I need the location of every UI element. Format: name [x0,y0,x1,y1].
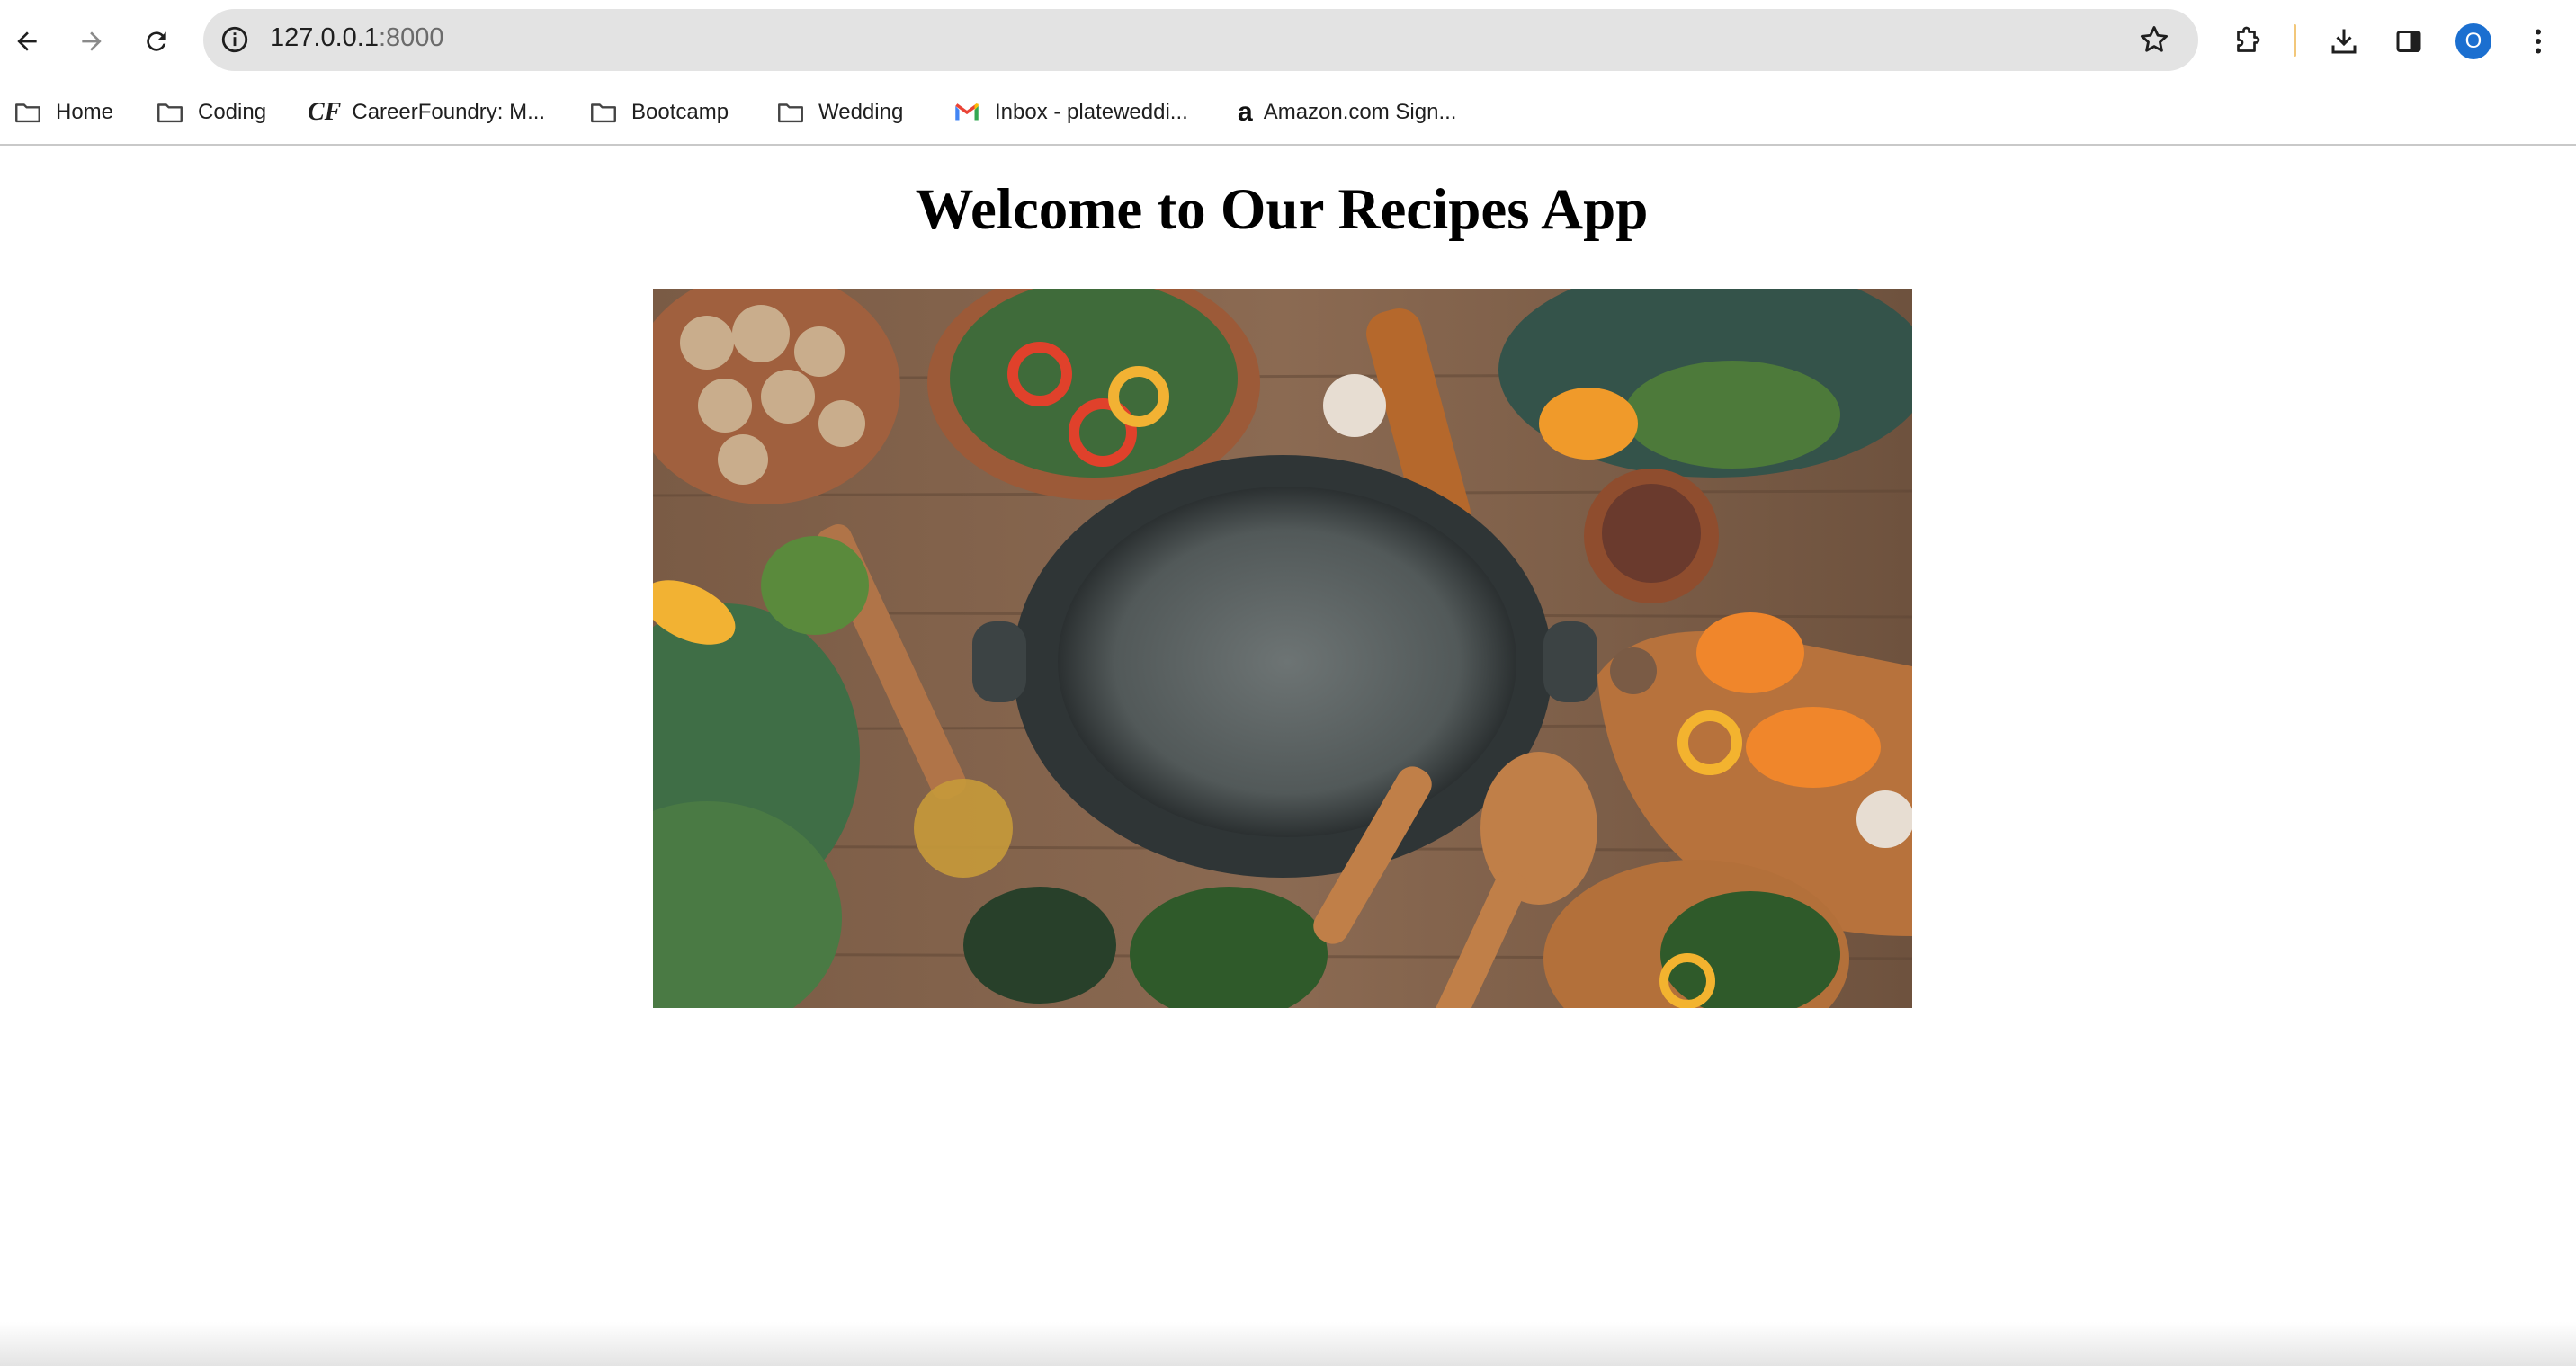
hero-image [653,289,1912,1008]
bookmarks-bar: Home Coding CF CareerFoundry: M... Bootc… [0,83,2576,146]
address-bar[interactable]: 127.0.0.1:8000 [203,9,2198,71]
folder-icon [15,103,40,123]
toolbar-divider [2294,24,2296,57]
profile-avatar[interactable]: O [2455,23,2491,59]
url-host: 127.0.0.1 [270,23,379,52]
bookmark-amazon[interactable]: a Amazon.com Sign... [1238,92,1456,133]
gmail-icon [955,103,979,121]
bookmark-star-icon[interactable] [2137,22,2171,57]
folder-icon [591,103,616,123]
menu-button[interactable] [2517,20,2560,63]
url-text[interactable]: 127.0.0.1:8000 [270,23,444,53]
bookmark-gmail-inbox[interactable]: Inbox - plateweddi... [952,92,1188,133]
folder-icon [157,103,183,123]
url-port: :8000 [378,23,444,52]
amazon-icon: a [1238,97,1253,127]
extensions-puzzle-icon [2237,26,2260,52]
extensions-button[interactable] [2226,20,2269,63]
download-icon [2331,29,2357,54]
bookmark-wedding[interactable]: Wedding [775,92,903,133]
cooking-ingredients-photo [653,289,1912,1008]
bookmark-label: Bootcamp [631,100,729,124]
forward-button[interactable] [67,16,117,67]
bookmark-coding[interactable]: Coding [155,92,266,133]
site-info-icon[interactable] [219,24,250,55]
side-panel-button[interactable] [2387,20,2430,63]
browser-toolbar: 127.0.0.1:8000 O [0,0,2576,83]
bookmark-home[interactable]: Home [13,92,113,133]
bookmark-careerfoundry[interactable]: CF CareerFoundry: M... [308,92,545,133]
page-title: Welcome to Our Recipes App [915,177,1649,242]
folder-icon [778,103,803,123]
reload-button[interactable] [131,16,182,67]
downloads-button[interactable] [2322,20,2366,63]
bookmark-label: Amazon.com Sign... [1263,100,1457,124]
back-arrow-icon [17,31,37,51]
bookmark-bootcamp[interactable]: Bootcamp [588,92,729,133]
bookmark-label: CareerFoundry: M... [352,100,546,124]
back-button[interactable] [2,16,52,67]
bookmark-label: Wedding [818,100,904,124]
side-panel-icon [2396,31,2421,52]
kebab-menu-icon [2536,29,2541,54]
reload-icon [147,31,166,51]
bookmark-label: Home [56,100,114,124]
bookmark-label: Coding [198,100,267,124]
forward-arrow-icon [82,31,102,51]
careerfoundry-logo-icon: CF [308,98,342,126]
window-bottom-edge [0,1322,2576,1366]
bookmark-label: Inbox - plateweddi... [995,100,1188,124]
